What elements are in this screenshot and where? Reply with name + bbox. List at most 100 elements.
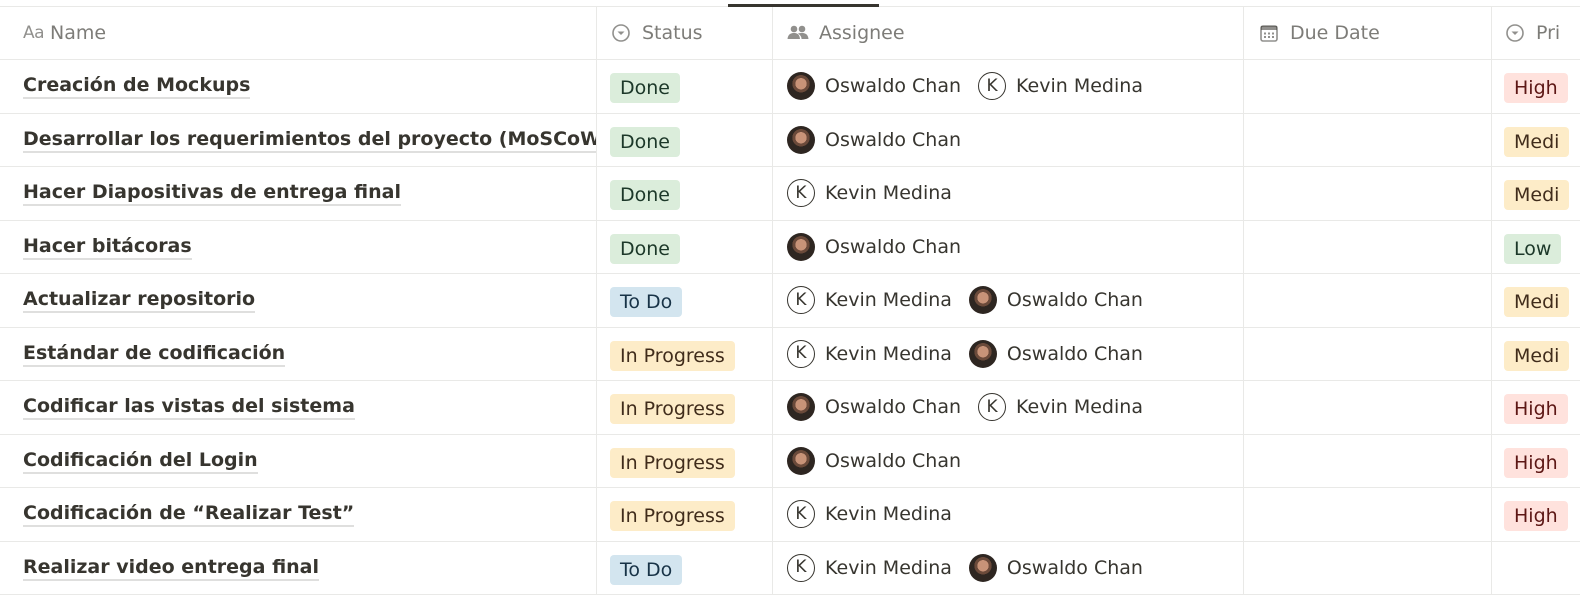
cell-assignee[interactable]: Oswaldo Chan — [772, 220, 1243, 273]
assignee-chip[interactable]: Oswaldo Chan — [787, 393, 961, 422]
status-badge: Done — [610, 73, 680, 104]
cell-name[interactable]: Actualizar repositorio — [0, 274, 596, 327]
cell-priority[interactable]: High — [1491, 488, 1580, 541]
cell-assignee[interactable]: Oswaldo Chan — [772, 434, 1243, 487]
assignee-chip[interactable]: K Kevin Medina — [787, 286, 952, 315]
cell-priority[interactable]: Medi — [1491, 113, 1580, 166]
task-name-link[interactable]: Hacer bitácoras — [23, 234, 192, 260]
cell-priority[interactable]: High — [1491, 434, 1580, 487]
assignee-chip[interactable]: Oswaldo Chan — [968, 553, 1143, 582]
cell-assignee[interactable]: K Kevin Medina Oswaldo Chan — [772, 327, 1243, 380]
cell-name[interactable]: Hacer Diapositivas de entrega final — [0, 167, 596, 220]
cell-name[interactable]: Codificación del Login — [0, 435, 596, 488]
assignee-name: Oswaldo Chan — [825, 449, 962, 472]
cell-due-date[interactable] — [1243, 327, 1491, 380]
cell-status[interactable]: In Progress — [596, 381, 772, 434]
cell-status[interactable]: Done — [596, 60, 772, 113]
cell-name[interactable]: Hacer bitácoras — [0, 221, 596, 274]
task-name-link[interactable]: Creación de Mockups — [23, 73, 251, 100]
column-header-name[interactable]: Aa Name — [0, 7, 596, 59]
cell-due-date[interactable] — [1243, 541, 1491, 594]
cell-name[interactable]: Codificar las vistas del sistema — [0, 381, 596, 434]
cell-due-date[interactable] — [1243, 113, 1491, 166]
assignee-chip[interactable]: K Kevin Medina — [787, 500, 952, 529]
table-header: Aa Name Status Assignee Due Date Pri — [0, 7, 1580, 60]
cell-priority[interactable]: Medi — [1491, 274, 1580, 327]
table-row[interactable]: Codificación del Login In Progress Oswaldo… — [0, 434, 1580, 488]
cell-assignee[interactable]: K Kevin Medina Oswaldo Chan — [772, 541, 1243, 594]
cell-priority[interactable]: High — [1491, 60, 1580, 113]
task-name-link[interactable]: Codificación de “Realizar Test” — [23, 501, 355, 528]
avatar-initial: K — [978, 393, 1007, 422]
assignee-chip[interactable]: K Kevin Medina — [978, 393, 1143, 422]
cell-due-date[interactable] — [1243, 60, 1491, 113]
cell-assignee[interactable]: K Kevin Medina — [772, 167, 1243, 220]
column-header-status[interactable]: Status — [596, 7, 772, 59]
table-row[interactable]: Realizar video entrega final To Do K Kevin … — [0, 541, 1580, 595]
cell-due-date[interactable] — [1243, 381, 1491, 434]
cell-name[interactable]: Creación de Mockups — [0, 60, 596, 113]
table-row[interactable]: Desarrollar los requerimientos del proye… — [0, 113, 1580, 167]
cell-due-date[interactable] — [1243, 488, 1491, 541]
table-row[interactable]: Actualizar repositorio To Do K Kevin Medina… — [0, 274, 1580, 328]
cell-assignee[interactable]: Oswaldo Chan K Kevin Medina — [772, 60, 1243, 113]
column-header-priority[interactable]: Pri — [1491, 7, 1580, 59]
table-row[interactable]: Codificación de “Realizar Test” In Progre… — [0, 488, 1580, 542]
avatar — [968, 286, 997, 315]
assignee-chip[interactable]: Oswaldo Chan — [787, 232, 961, 261]
table-row[interactable]: Estándar de codificación In Progress K Kevi… — [0, 327, 1580, 381]
cell-due-date[interactable] — [1243, 434, 1491, 487]
task-name-link[interactable]: Codificar las vistas del sistema — [23, 394, 355, 421]
task-name-link[interactable]: Hacer Diapositivas de entrega final — [23, 180, 401, 207]
task-name-link[interactable]: Realizar video entrega final — [23, 555, 320, 581]
column-header-due-date[interactable]: Due Date — [1243, 7, 1491, 59]
cell-status[interactable]: Done — [596, 113, 772, 166]
cell-name[interactable]: Desarrollar los requerimientos del proye… — [0, 114, 596, 167]
cell-priority[interactable] — [1491, 541, 1580, 594]
cell-status[interactable]: To Do — [596, 541, 772, 594]
assignee-chip[interactable]: K Kevin Medina — [787, 553, 952, 582]
cell-priority[interactable]: High — [1491, 381, 1580, 434]
task-name-link[interactable]: Codificación del Login — [23, 448, 258, 474]
assignee-chip[interactable]: Oswaldo Chan — [968, 286, 1143, 315]
assignee-name: Oswaldo Chan — [825, 75, 962, 98]
cell-status[interactable]: Done — [596, 167, 772, 220]
cell-due-date[interactable] — [1243, 167, 1491, 220]
cell-status[interactable]: In Progress — [596, 488, 772, 541]
status-badge: Done — [610, 180, 680, 211]
cell-assignee[interactable]: K Kevin Medina — [772, 488, 1243, 541]
table-row[interactable]: Hacer bitácoras Done Oswaldo Chan Low — [0, 220, 1580, 274]
table-row[interactable]: Codificar las vistas del sistema In Progr… — [0, 381, 1580, 435]
assignee-chip[interactable]: Oswaldo Chan — [787, 125, 961, 154]
cell-due-date[interactable] — [1243, 274, 1491, 327]
cell-name[interactable]: Codificación de “Realizar Test” — [0, 488, 596, 541]
cell-status[interactable]: In Progress — [596, 327, 772, 380]
assignee-name: Kevin Medina — [1016, 75, 1143, 98]
assignee-chip[interactable]: K Kevin Medina — [978, 72, 1143, 101]
cell-priority[interactable]: Medi — [1491, 167, 1580, 220]
cell-status[interactable]: In Progress — [596, 434, 772, 487]
task-name-link[interactable]: Actualizar repositorio — [23, 287, 256, 314]
assignee-chip[interactable]: K Kevin Medina — [787, 339, 952, 368]
assignee-chip[interactable]: Oswaldo Chan — [787, 446, 962, 475]
assignee-chip[interactable]: Oswaldo Chan — [787, 72, 962, 101]
cell-assignee[interactable]: Oswaldo Chan K Kevin Medina — [772, 381, 1243, 434]
task-name-link[interactable]: Estándar de codificación — [23, 341, 286, 367]
cell-priority[interactable]: Low — [1491, 220, 1580, 273]
task-name-link[interactable]: Desarrollar los requerimientos del proye… — [23, 127, 596, 153]
priority-badge: Medi — [1504, 126, 1570, 157]
cell-status[interactable]: To Do — [596, 274, 772, 327]
table-row[interactable]: Creación de Mockups Done Oswaldo Chan K Kevi… — [0, 60, 1580, 114]
cell-name[interactable]: Realizar video entrega final — [0, 542, 596, 595]
cell-priority[interactable]: Medi — [1491, 327, 1580, 380]
status-badge: Done — [610, 126, 680, 157]
cell-assignee[interactable]: K Kevin Medina Oswaldo Chan — [772, 274, 1243, 327]
cell-assignee[interactable]: Oswaldo Chan — [772, 113, 1243, 166]
assignee-chip[interactable]: K Kevin Medina — [787, 179, 952, 208]
cell-name[interactable]: Estándar de codificación — [0, 328, 596, 381]
cell-status[interactable]: Done — [596, 220, 772, 273]
column-header-assignee[interactable]: Assignee — [772, 7, 1243, 59]
assignee-chip[interactable]: Oswaldo Chan — [968, 339, 1143, 368]
cell-due-date[interactable] — [1243, 220, 1491, 273]
table-row[interactable]: Hacer Diapositivas de entrega final Done K… — [0, 167, 1580, 221]
